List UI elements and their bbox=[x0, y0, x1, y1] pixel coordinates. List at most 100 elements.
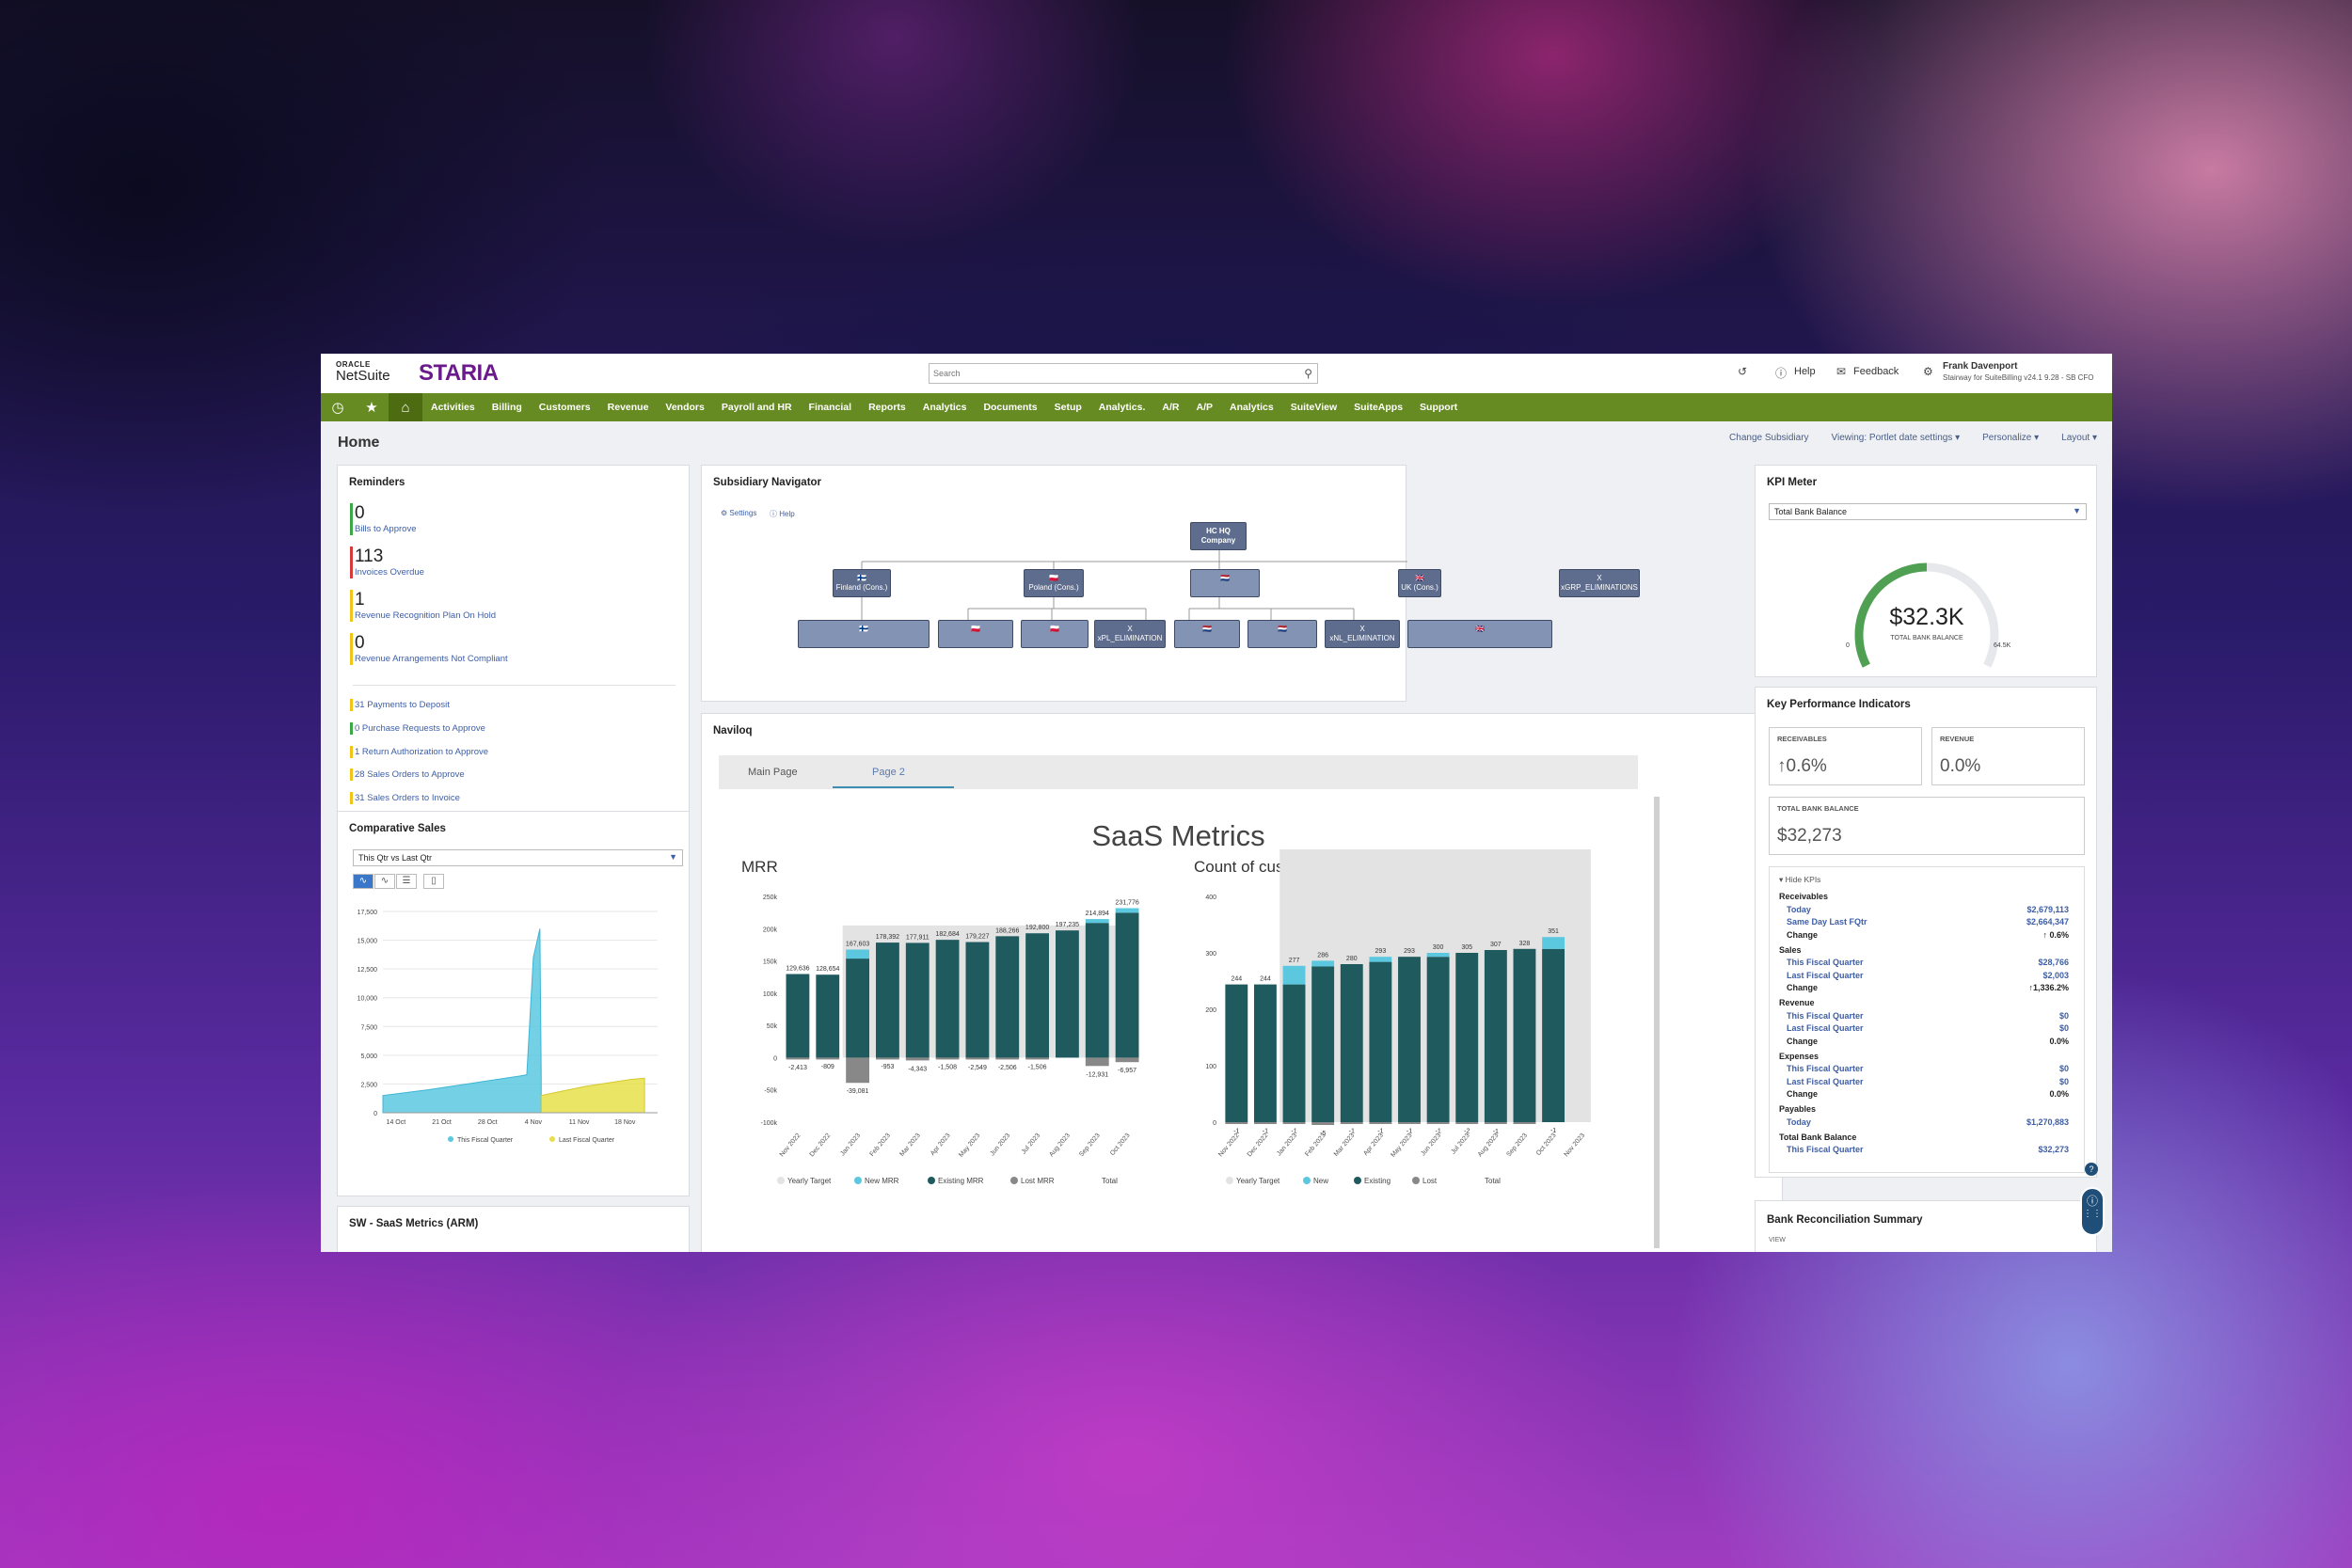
tab-page-2[interactable]: Page 2 bbox=[872, 767, 905, 778]
tab-main-page[interactable]: Main Page bbox=[748, 767, 798, 778]
reminder-purchase-requests[interactable]: 0 Purchase Requests to Approve bbox=[350, 722, 485, 735]
nav-suiteview[interactable]: SuiteView bbox=[1282, 402, 1345, 413]
kpi-row-value[interactable]: $0 bbox=[2059, 1023, 2069, 1033]
reminder-label[interactable]: Invoices Overdue bbox=[355, 567, 424, 578]
nav-payroll-hr[interactable]: Payroll and HR bbox=[713, 402, 801, 413]
nav-billing[interactable]: Billing bbox=[484, 402, 531, 413]
kpi-box-revenue[interactable]: REVENUE 0.0% bbox=[1931, 727, 2085, 785]
kpi-box-bank-balance[interactable]: TOTAL BANK BALANCE $32,273 bbox=[1769, 797, 2085, 855]
org-node-pl-elim[interactable]: X xPL_ELIMINATION bbox=[1094, 620, 1166, 648]
kpi-box-receivables[interactable]: RECEIVABLES ↑0.6% bbox=[1769, 727, 1922, 785]
org-node-grp-elim[interactable]: X xGRP_ELIMINATIONS bbox=[1559, 569, 1640, 597]
reminder-label[interactable]: Revenue Arrangements Not Compliant bbox=[355, 654, 508, 664]
reminder-label[interactable]: Bills to Approve bbox=[355, 524, 416, 534]
help-icon[interactable]: ⓘ bbox=[1775, 365, 1787, 381]
change-subsidiary-link[interactable]: Change Subsidiary bbox=[1729, 433, 1809, 443]
nav-revenue[interactable]: Revenue bbox=[599, 402, 658, 413]
kpi-row-value[interactable]: $2,679,113 bbox=[2026, 905, 2069, 914]
kpi-meter-select[interactable]: Total Bank Balance ▼ bbox=[1769, 503, 2087, 520]
chart-title: MRR bbox=[741, 858, 778, 876]
org-node-nl-child-1[interactable]: 🇳🇱 bbox=[1174, 620, 1240, 648]
org-node-finland[interactable]: 🇫🇮 Finland (Cons.) bbox=[833, 569, 891, 597]
reminder-label[interactable]: Revenue Recognition Plan On Hold bbox=[355, 610, 496, 621]
nav-ar[interactable]: A/R bbox=[1153, 402, 1187, 413]
area-chart-button[interactable]: ∿ bbox=[353, 874, 373, 889]
nav-ap[interactable]: A/P bbox=[1188, 402, 1222, 413]
x-tick-label: 11 Nov bbox=[569, 1119, 590, 1126]
user-roles-icon[interactable]: ⚙ bbox=[1923, 365, 1933, 378]
recent-records-icon[interactable]: ↺ bbox=[1738, 365, 1747, 378]
netsuite-wordmark: NetSuite bbox=[336, 368, 390, 384]
reminder-text[interactable]: 31 Payments to Deposit bbox=[355, 700, 450, 710]
kpi-row-value[interactable]: $0 bbox=[2059, 1011, 2069, 1021]
reminder-text[interactable]: 0 Purchase Requests to Approve bbox=[355, 723, 485, 734]
nav-analytics-3[interactable]: Analytics bbox=[1221, 402, 1282, 413]
search-input[interactable] bbox=[930, 364, 1287, 383]
org-node-fi-child[interactable]: 🇫🇮 bbox=[798, 620, 930, 648]
org-node-uk-child[interactable]: 🇬🇧 bbox=[1407, 620, 1552, 648]
assistant-widget[interactable]: ⓘ ⋮⋮ bbox=[2080, 1187, 2105, 1236]
kpi-row-value[interactable]: $0 bbox=[2059, 1077, 2069, 1086]
reminder-text[interactable]: 28 Sales Orders to Approve bbox=[355, 769, 465, 780]
org-node-uk[interactable]: 🇬🇧 UK (Cons.) bbox=[1398, 569, 1441, 597]
reminder-sales-orders-invoice[interactable]: 31 Sales Orders to Invoice bbox=[350, 792, 460, 804]
nav-vendors[interactable]: Vendors bbox=[657, 402, 712, 413]
help-link[interactable]: Help bbox=[1794, 366, 1816, 377]
nav-analytics-2[interactable]: Analytics. bbox=[1090, 402, 1154, 413]
layout-dropdown[interactable]: Layout ▾ bbox=[2061, 433, 2097, 443]
org-node-poland[interactable]: 🇵🇱 Poland (Cons.) bbox=[1024, 569, 1084, 597]
org-node-nl-elim[interactable]: X xNL_ELIMINATION bbox=[1325, 620, 1400, 648]
user-menu[interactable]: Frank Davenport Stairway for SuiteBillin… bbox=[1943, 361, 2094, 383]
column-chart-button[interactable]: ▯ bbox=[423, 874, 444, 889]
reminder-rev-arrangements[interactable]: 0 Revenue Arrangements Not Compliant bbox=[350, 633, 508, 665]
home-icon[interactable]: ⌂ bbox=[389, 393, 422, 421]
kpi-row-value[interactable]: $2,664,347 bbox=[2026, 917, 2069, 927]
nav-analytics[interactable]: Analytics bbox=[914, 402, 976, 413]
nav-setup[interactable]: Setup bbox=[1046, 402, 1090, 413]
status-bar bbox=[350, 633, 353, 665]
reminder-text[interactable]: 31 Sales Orders to Invoice bbox=[355, 793, 460, 803]
nav-financial[interactable]: Financial bbox=[801, 402, 861, 413]
scrollbar[interactable] bbox=[1654, 797, 1660, 1248]
reminder-payments-to-deposit[interactable]: 31 Payments to Deposit bbox=[350, 699, 450, 711]
nav-reports[interactable]: Reports bbox=[860, 402, 914, 413]
kpi-row-value[interactable]: $0 bbox=[2059, 1064, 2069, 1073]
org-node-nl-child-2[interactable]: 🇳🇱 bbox=[1248, 620, 1317, 648]
data-label-bottom: -39,081 bbox=[847, 1088, 869, 1095]
search-icon[interactable]: ⚲ bbox=[1304, 367, 1312, 380]
recent-icon[interactable]: ◷ bbox=[321, 393, 355, 421]
nav-suiteapps[interactable]: SuiteApps bbox=[1345, 402, 1411, 413]
kpi-row-value: 0.0% bbox=[2049, 1089, 2069, 1099]
bar-chart-button[interactable]: ☰ bbox=[396, 874, 417, 889]
feedback-icon[interactable]: ✉ bbox=[1836, 365, 1846, 378]
org-node-netherlands[interactable]: 🇳🇱 bbox=[1190, 569, 1260, 597]
reminder-rev-rec-on-hold[interactable]: 1 Revenue Recognition Plan On Hold bbox=[350, 590, 496, 622]
reminder-sales-orders-approve[interactable]: 28 Sales Orders to Approve bbox=[350, 768, 465, 781]
viewing-settings-dropdown[interactable]: Viewing: Portlet date settings ▾ bbox=[1832, 433, 1961, 443]
nav-customers[interactable]: Customers bbox=[531, 402, 599, 413]
kpi-row-value[interactable]: $32,273 bbox=[2038, 1145, 2069, 1154]
period-select[interactable]: This Qtr vs Last Qtr ▼ bbox=[353, 849, 683, 866]
help-bubble-icon[interactable]: ? bbox=[2085, 1163, 2098, 1176]
hide-kpis-toggle[interactable]: ▾ Hide KPIs bbox=[1779, 875, 1820, 885]
nav-documents[interactable]: Documents bbox=[975, 402, 1045, 413]
nav-support[interactable]: Support bbox=[1411, 402, 1466, 413]
reminder-bills-to-approve[interactable]: 0 Bills to Approve bbox=[350, 503, 416, 535]
kpi-row-value[interactable]: $1,270,883 bbox=[2026, 1117, 2069, 1127]
reminder-text[interactable]: 1 Return Authorization to Approve bbox=[355, 747, 488, 757]
reminder-invoices-overdue[interactable]: 113 Invoices Overdue bbox=[350, 546, 424, 578]
org-node-hq[interactable]: HC HQ Company bbox=[1190, 522, 1247, 550]
kpi-row-value[interactable]: $28,766 bbox=[2038, 958, 2069, 967]
personalize-dropdown[interactable]: Personalize ▾ bbox=[1982, 433, 2039, 443]
kpi-row-value[interactable]: $2,003 bbox=[2042, 971, 2069, 980]
line-chart-button[interactable]: ∿ bbox=[374, 874, 395, 889]
favorites-star-icon[interactable]: ★ bbox=[355, 393, 389, 421]
portlet-title: Key Performance Indicators bbox=[1767, 699, 1911, 710]
nav-activities[interactable]: Activities bbox=[422, 402, 484, 413]
org-node-pl-child-1[interactable]: 🇵🇱 bbox=[938, 620, 1013, 648]
org-node-pl-child-2[interactable]: 🇵🇱 bbox=[1021, 620, 1089, 648]
reminder-return-authorization[interactable]: 1 Return Authorization to Approve bbox=[350, 746, 488, 758]
connector-level1 bbox=[861, 550, 1407, 569]
feedback-link[interactable]: Feedback bbox=[1853, 366, 1899, 377]
netsuite-logo[interactable]: ORACLE NetSuite bbox=[336, 361, 390, 384]
